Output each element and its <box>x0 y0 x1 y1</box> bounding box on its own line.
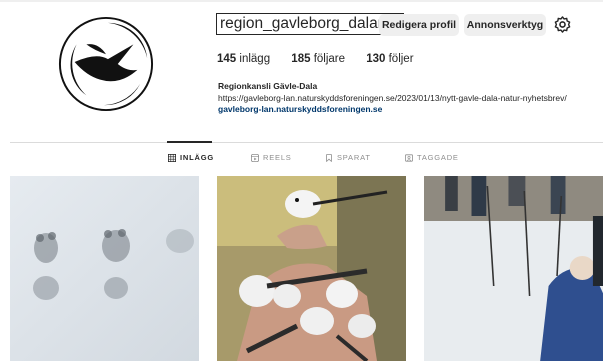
profile-stats: 145 inlägg 185 följare 130 följer <box>217 53 432 65</box>
post-thumbnail[interactable] <box>217 176 406 361</box>
post-image-tracks <box>10 176 199 361</box>
followers-stat[interactable]: 185 följare <box>291 53 345 65</box>
tab-reels[interactable]: REELS <box>251 153 292 162</box>
tab-divider <box>10 142 603 143</box>
following-count: 130 <box>366 53 386 65</box>
edit-profile-button[interactable]: Redigera profil <box>379 14 459 36</box>
post-thumbnail[interactable] <box>424 176 603 361</box>
posts-stat: 145 inlägg <box>217 53 270 65</box>
bio-url-text: https://gavleborg-lan.naturskyddsforenin… <box>218 93 567 103</box>
top-border <box>0 0 603 2</box>
grid-icon <box>168 153 176 162</box>
tab-saved[interactable]: SPARAT <box>325 153 371 162</box>
tab-saved-label: SPARAT <box>337 153 371 162</box>
settings-button[interactable] <box>553 15 572 34</box>
tab-posts-label: INLÄGG <box>180 153 214 162</box>
gear-icon <box>554 16 571 33</box>
posts-label: inlägg <box>239 53 271 65</box>
tab-tagged[interactable]: TAGGADE <box>405 153 459 162</box>
posts-count: 145 <box>217 53 237 65</box>
bio-name: Regionkansli Gävle-Dala <box>218 81 318 91</box>
followers-count: 185 <box>291 53 311 65</box>
post-image-birds <box>217 176 406 361</box>
followers-label: följare <box>313 53 346 65</box>
post-image-skiers <box>424 176 603 361</box>
following-label: följer <box>388 53 414 65</box>
post-thumbnail[interactable] <box>10 176 199 361</box>
profile-username[interactable]: region_gavleborg_dalarna <box>216 13 405 35</box>
tab-reels-label: REELS <box>263 153 292 162</box>
tab-tagged-label: TAGGADE <box>417 153 459 162</box>
bird-logo-icon <box>58 16 154 112</box>
tag-icon <box>405 153 413 162</box>
following-stat[interactable]: 130 följer <box>366 53 413 65</box>
website-link[interactable]: gavleborg-lan.naturskyddsforeningen.se <box>218 104 382 114</box>
ad-tools-button[interactable]: Annonsverktyg <box>464 14 546 36</box>
tab-posts[interactable]: INLÄGG <box>168 153 214 162</box>
reels-icon <box>251 153 259 162</box>
bookmark-icon <box>326 153 332 162</box>
profile-avatar[interactable] <box>57 15 155 113</box>
active-tab-indicator <box>167 141 212 143</box>
